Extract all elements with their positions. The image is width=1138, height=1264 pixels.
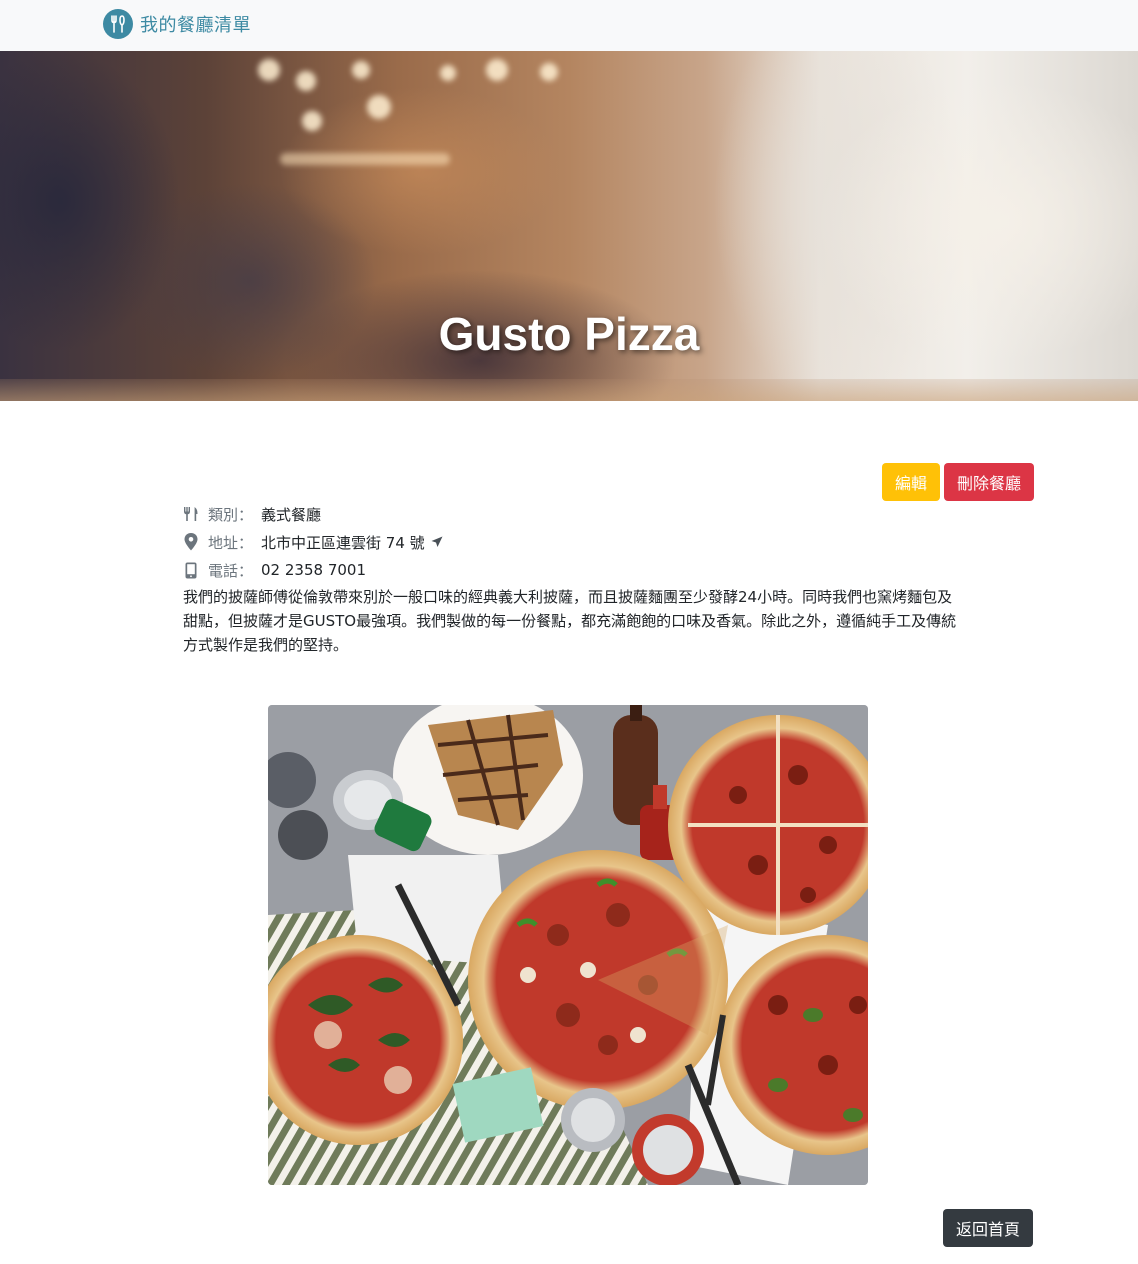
- restaurant-description: 我們的披薩師傅從倫敦帶來別於一般口味的經典義大利披薩，而且披薩麵團至少發酵24小…: [183, 588, 957, 654]
- restaurant-photo: [268, 705, 868, 1185]
- delete-restaurant-button[interactable]: 刪除餐廳: [944, 463, 1034, 501]
- restaurant-info: 類別： 義式餐廳 地址： 北市中正區連雲街 74 號 電話： 02 2358 7…: [182, 500, 962, 584]
- phone-value: 02 2358 7001: [261, 561, 366, 579]
- phone-row: 電話： 02 2358 7001: [182, 556, 962, 584]
- restaurant-title: Gusto Pizza: [438, 308, 700, 360]
- utensils-icon: [182, 505, 200, 523]
- brand-text: 我的餐廳清單: [140, 15, 251, 36]
- map-marker-icon: [182, 533, 200, 551]
- category-label: 類別：: [208, 505, 254, 524]
- utensils-icon: [103, 9, 133, 39]
- back-home-button[interactable]: 返回首頁: [943, 1209, 1033, 1247]
- hero-banner: Gusto Pizza: [0, 51, 1138, 401]
- address-label: 地址：: [208, 533, 254, 552]
- brand-link[interactable]: 我的餐廳清單: [103, 9, 251, 39]
- navbar: 我的餐廳清單: [0, 0, 1138, 51]
- edit-button[interactable]: 編輯: [882, 463, 940, 501]
- mobile-phone-icon: [182, 561, 200, 579]
- phone-label: 電話：: [208, 561, 254, 580]
- address-value: 北市中正區連雲街 74 號: [261, 533, 425, 552]
- location-arrow-icon[interactable]: [431, 536, 443, 548]
- category-row: 類別： 義式餐廳: [182, 500, 962, 528]
- category-value: 義式餐廳: [261, 505, 322, 524]
- address-row: 地址： 北市中正區連雲街 74 號: [182, 528, 962, 556]
